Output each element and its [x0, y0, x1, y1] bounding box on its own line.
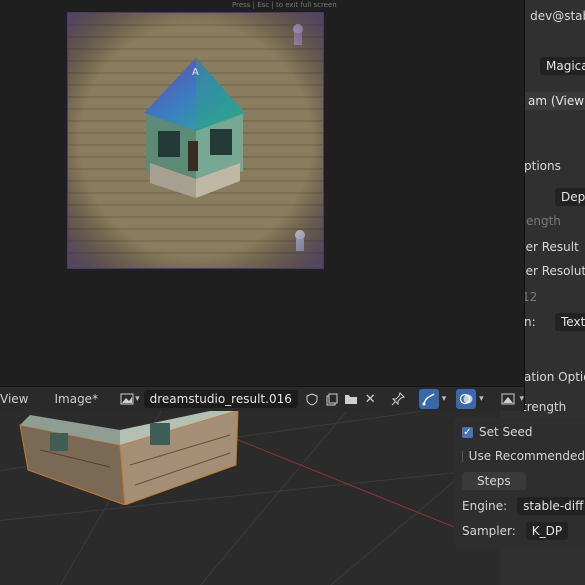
engine-selector[interactable]: stable-diff [517, 497, 585, 515]
options-section-label: ptions [524, 159, 561, 173]
duplicate-image-button[interactable] [322, 389, 342, 409]
uv-sync-button[interactable] [418, 389, 439, 409]
engine-label: Engine: [462, 499, 508, 513]
image-browse-button[interactable]: ▾ [120, 389, 140, 409]
user-account-label: s: dev@stabl [516, 9, 585, 23]
chevron-down-icon[interactable]: ▾ [479, 394, 484, 404]
resolution-value: 12 [522, 290, 538, 304]
menu-image[interactable]: Image* [48, 392, 104, 406]
unlink-image-button[interactable]: ✕ [361, 389, 379, 409]
menu-view[interactable]: View [0, 392, 34, 406]
animation-options-label: ation Option [524, 370, 585, 384]
image-editor-header: View Image* ▾ dreamstudio_result.016 ✕ ▾… [0, 386, 524, 411]
image-icon [120, 393, 134, 405]
sampler-selector[interactable]: K_DP [525, 522, 569, 540]
checkbox-unchecked-icon[interactable] [462, 450, 463, 462]
pin-icon [391, 392, 405, 406]
checkbox-checked-icon[interactable]: ✓ [462, 426, 473, 438]
source-selector[interactable]: am (Viewpo [522, 90, 585, 112]
engine-row: Engine: stable-diff [462, 496, 585, 516]
strength-label: ength [526, 214, 561, 228]
sampler-label: Sampler: [462, 524, 516, 538]
duplicate-icon [326, 393, 338, 405]
sampler-row: Sampler: K_DP [462, 521, 585, 541]
stable-diffusion-settings-panel: ✓ Set Seed Use Recommended Steps Engine:… [454, 418, 585, 548]
render-result-label: der Result [518, 240, 579, 254]
image-editor-window: Press | Esc | to exit full screen View I… [0, 0, 525, 411]
fake-user-button[interactable] [302, 389, 322, 409]
close-icon: ✕ [364, 391, 376, 407]
image-channels-icon [501, 393, 515, 405]
curve-icon [422, 393, 435, 406]
display-channels-button[interactable] [498, 389, 518, 409]
steps-row: Steps [462, 471, 585, 491]
image-name-field[interactable]: dreamstudio_result.016 [143, 390, 298, 408]
rendered-image[interactable]: A [67, 12, 324, 269]
render-resolution-label: der Resolutio [518, 264, 585, 278]
overlay-icon [460, 393, 473, 405]
set-seed-checkbox[interactable]: ✓ Set Seed [462, 422, 585, 442]
model-selector[interactable]: Magica [540, 55, 585, 77]
shield-icon [306, 392, 318, 406]
depth-selector[interactable]: Dept [555, 186, 585, 208]
steps-field[interactable]: Steps [462, 472, 526, 490]
3d-building-object[interactable] [10, 405, 250, 505]
overlay-button[interactable] [456, 389, 477, 409]
chevron-down-icon[interactable]: ▾ [519, 394, 524, 404]
chevron-down-icon: ▾ [135, 394, 140, 404]
chevron-down-icon[interactable]: ▾ [442, 394, 447, 404]
strength2-label: trength [522, 400, 567, 414]
texture-selector[interactable]: Textu [555, 311, 585, 333]
pin-button[interactable] [387, 389, 409, 409]
folder-icon [345, 395, 358, 404]
open-image-button[interactable] [341, 389, 361, 409]
fullscreen-hint: Press | Esc | to exit full screen [232, 1, 337, 9]
use-recommended-checkbox[interactable]: Use Recommended [462, 446, 585, 466]
